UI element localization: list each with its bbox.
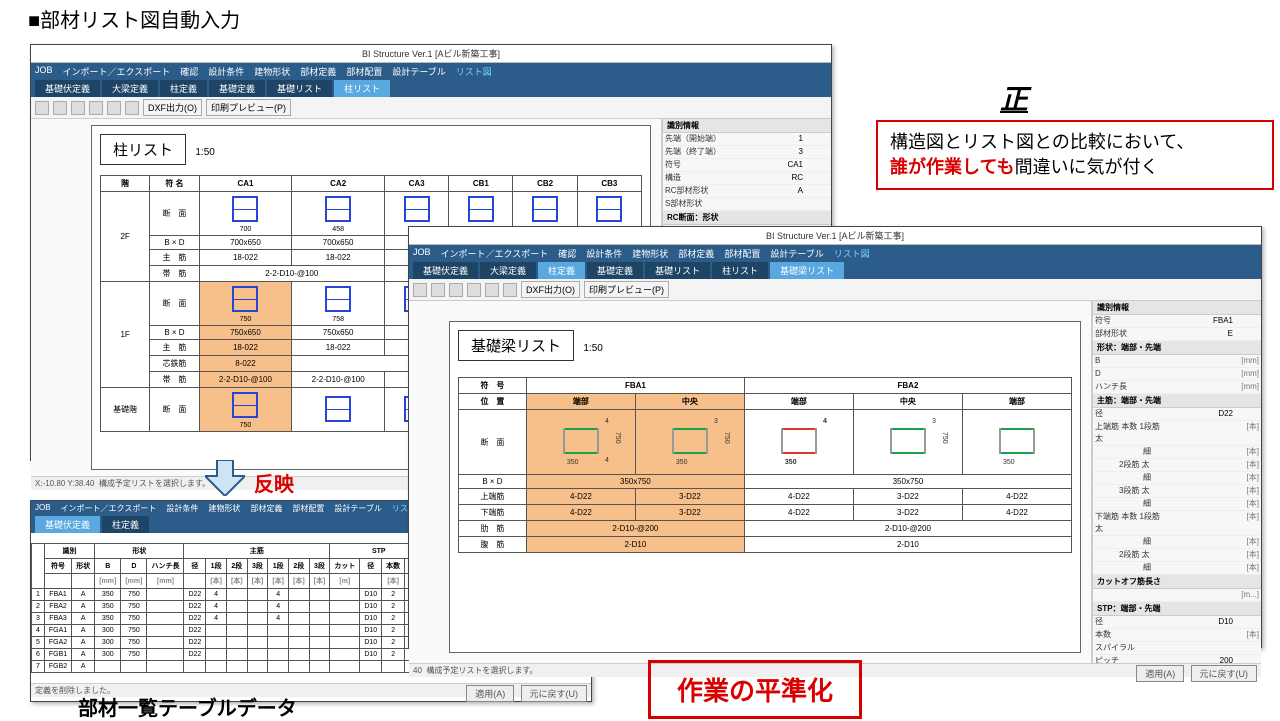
toolbar-icon[interactable] [125,101,139,115]
tabbar: 基礎伏定義 大梁定義 柱定義 基礎定義 基礎リスト 柱リスト [31,80,831,97]
col-hdr: 階 [101,176,150,192]
sheet-scale: 1:50 [195,147,214,158]
callout-box: 構造図とリスト図との比較において、 誰が作業しても間違いに気が付く [876,120,1274,190]
menu-item[interactable]: リスト図 [456,65,492,78]
menu-item[interactable]: インポート／エクスポート [63,65,171,78]
tab[interactable]: 柱定義 [538,262,585,279]
standardization-label: 作業の平準化 [648,660,862,719]
toolbar: DXF出力(O) 印刷プレビュー(P) [31,97,831,119]
tab[interactable]: 基礎伏定義 [413,262,478,279]
tab[interactable]: 柱定義 [102,516,149,533]
beam-section-icon: 3 750 [886,426,930,456]
sheet-scale: 1:50 [583,343,602,354]
tab[interactable]: 柱リスト [712,262,768,279]
tab[interactable]: 基礎伏定義 [35,80,100,97]
floor-label: 1F [101,282,150,388]
tab-active[interactable]: 基礎梁リスト [770,262,844,279]
col-hdr: CB3 [577,176,641,192]
toolbar-icon[interactable] [71,101,85,115]
floor-label: 2F [101,192,150,282]
col-hdr: CA1 [199,176,292,192]
tab-active[interactable]: 柱リスト [334,80,390,97]
toolbar-icon[interactable] [467,283,481,297]
col-hdr: CA2 [292,176,385,192]
data-table-label: 部材一覧テーブルデータ [78,692,297,721]
reset-button[interactable]: 元に戻す(U) [521,685,588,702]
column-section-icon [232,392,258,418]
prop-section: 識別情報 [663,119,831,133]
tab[interactable]: 大梁定義 [102,80,158,97]
toolbar-icon[interactable] [431,283,445,297]
col-hdr: CB1 [449,176,513,192]
drawing-canvas[interactable]: 基礎梁リスト 1:50 符 号 FBA1 FBA2 位 置 端部 中央 端部 中… [409,301,1092,663]
preview-button[interactable]: 印刷プレビュー(P) [206,99,291,116]
beam-section-icon: 3 350 750 [668,426,712,456]
column-section-icon [232,196,258,222]
window-beam-list: BI Structure Ver.1 [Aビル新築工事] JOBインポート／エク… [408,226,1262,648]
menu-item[interactable]: JOB [35,65,53,78]
menubar: JOB インポート／エクスポート 確認 設計条件 建物形状 部材定義 部材配置 … [31,63,831,80]
beam-section-icon: 4 4 350 750 [559,426,603,456]
column-section-icon [325,286,351,312]
column-section-icon [232,286,258,312]
tadashi-label: 正 [1000,78,1028,118]
menu-item[interactable]: 設計テーブル [392,65,445,78]
beam-section-icon: 4 350 [777,426,821,456]
toolbar-icon[interactable] [107,101,121,115]
preview-button[interactable]: 印刷プレビュー(P) [584,281,669,298]
tab[interactable]: 基礎定義 [209,80,265,97]
column-section-icon [325,196,351,222]
tab[interactable]: 柱定義 [160,80,207,97]
menu-item[interactable]: 建物形状 [254,65,290,78]
arrow-down-icon [205,460,245,496]
dxf-button[interactable]: DXF出力(O) [521,281,580,298]
dxf-button[interactable]: DXF出力(O) [143,99,202,116]
tab[interactable]: 基礎リスト [267,80,332,97]
page-title: ■部材リスト図自動入力 [28,4,240,33]
tab[interactable]: 大梁定義 [480,262,536,279]
property-panel: 識別情報符号FBA1部材形状E 形状：端部・先端B[mm]D[mm]ハンチ長[m… [1092,301,1261,663]
column-section-icon [596,196,622,222]
toolbar-icon[interactable] [503,283,517,297]
col-hdr: 符 名 [150,176,199,192]
column-section-icon [404,196,430,222]
menu-item[interactable]: 部材定義 [300,65,336,78]
toolbar-icon[interactable] [413,283,427,297]
apply-button[interactable]: 適用(A) [1136,665,1184,682]
toolbar-icon[interactable] [89,101,103,115]
menubar: JOBインポート／エクスポート確認 設計条件建物形状部材定義 部材配置設計テーブ… [409,245,1261,262]
row-label: 断 面 [150,192,199,236]
menu-item[interactable]: 部材配置 [346,65,382,78]
apply-button[interactable]: 適用(A) [466,685,514,702]
beam-list-table: 符 号 FBA1 FBA2 位 置 端部 中央 端部 中央 端部 断 面 [458,377,1072,553]
reset-button[interactable]: 元に戻す(U) [1191,665,1258,682]
tab-active[interactable]: 基礎伏定義 [35,516,100,533]
tab[interactable]: 基礎定義 [587,262,643,279]
toolbar-icon[interactable] [449,283,463,297]
tab[interactable]: 基礎リスト [645,262,710,279]
beam-section-icon: 350 [995,426,1039,456]
titlebar: BI Structure Ver.1 [Aビル新築工事] [31,45,831,63]
sheet-title: 柱リスト [100,134,186,165]
toolbar-icon[interactable] [53,101,67,115]
col-hdr: CA3 [385,176,449,192]
menu-item[interactable]: 設計条件 [208,65,244,78]
prop-section: RC断面：形状 [663,211,831,225]
col-hdr: CB2 [513,176,577,192]
column-section-icon [532,196,558,222]
titlebar: BI Structure Ver.1 [Aビル新築工事] [409,227,1261,245]
menu-item[interactable]: 確認 [180,65,198,78]
column-section-icon [468,196,494,222]
reflect-label: 反映 [254,468,294,497]
toolbar-icon[interactable] [485,283,499,297]
sheet-title: 基礎梁リスト [458,330,574,361]
toolbar-icon[interactable] [35,101,49,115]
